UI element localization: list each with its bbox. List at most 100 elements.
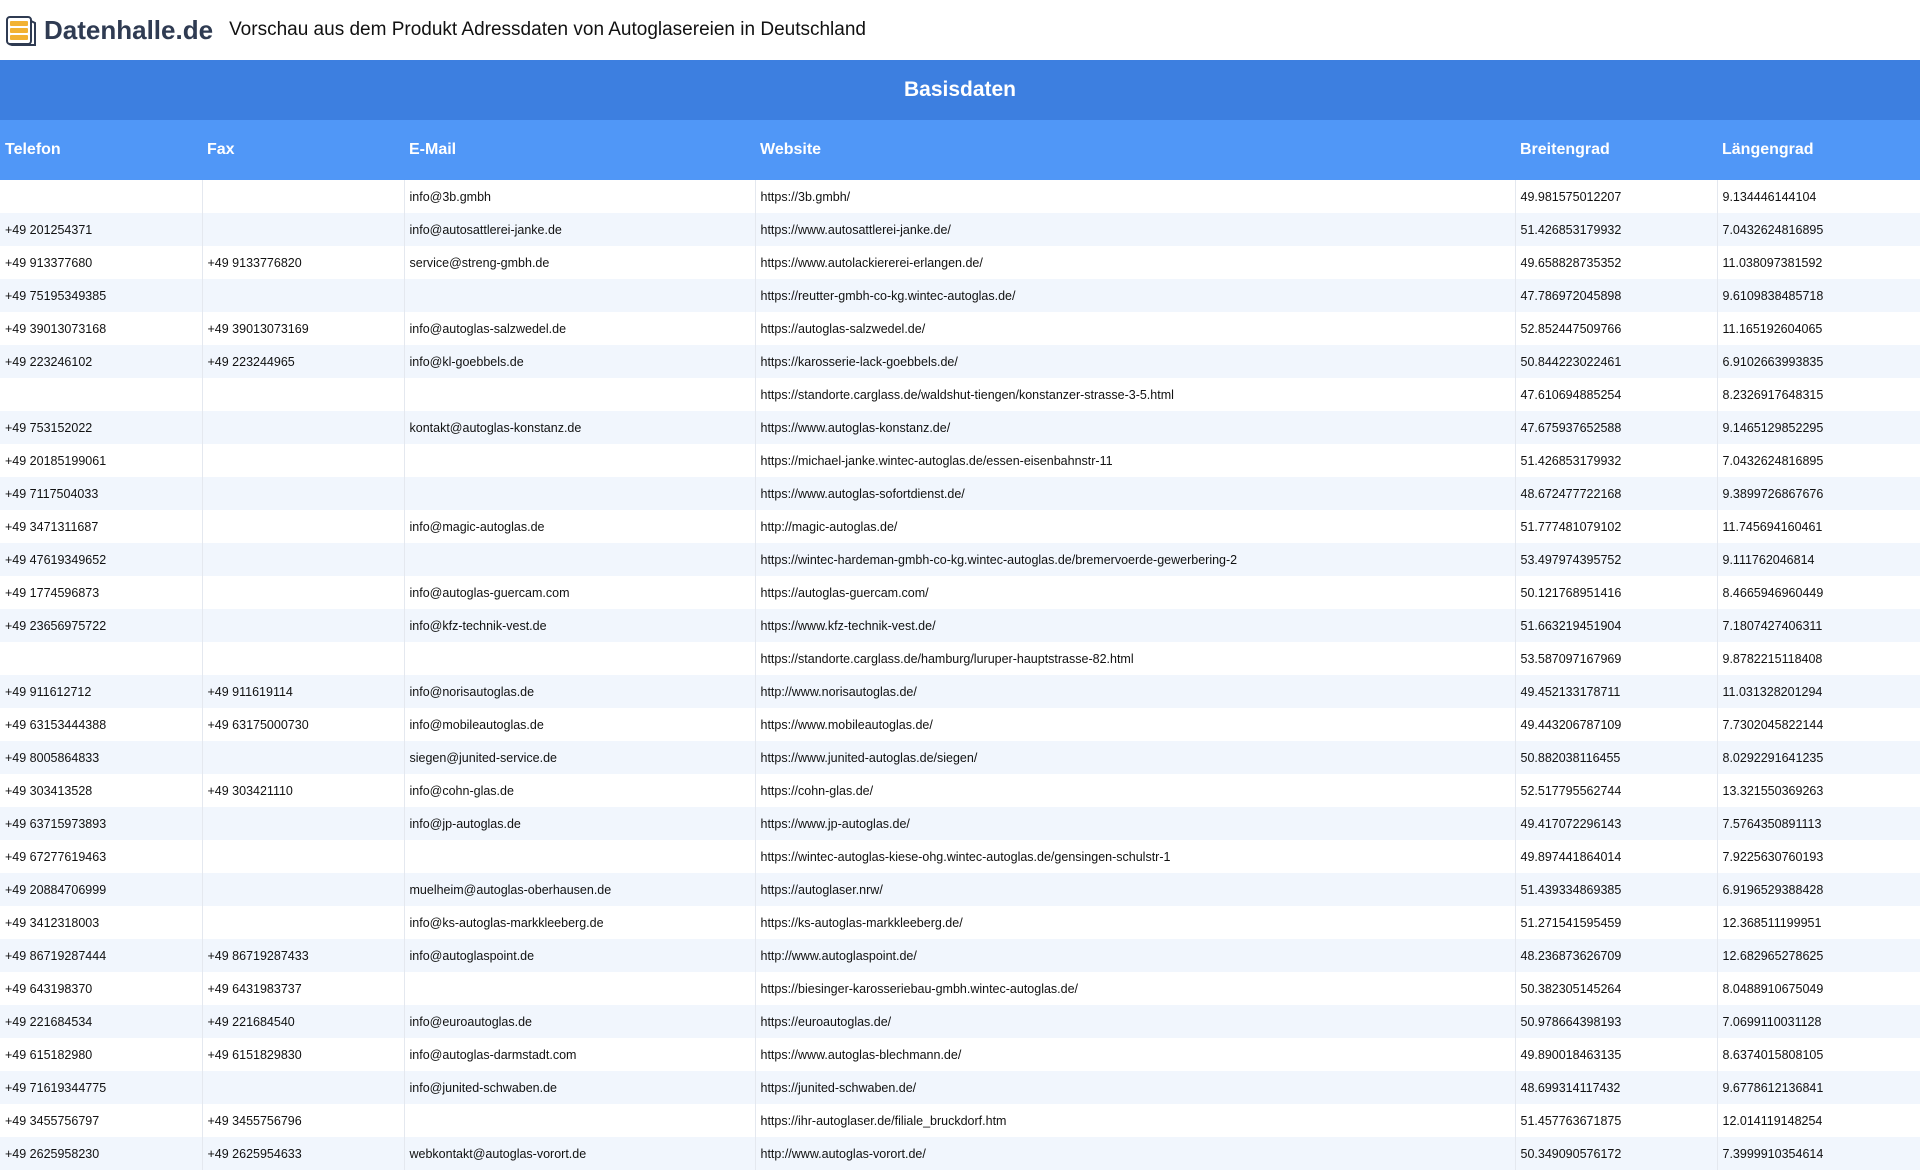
cell-website[interactable]: https://www.autosattlerei-janke.de/: [755, 213, 1516, 246]
cell-telefon: +49 75195349385: [0, 279, 203, 312]
cell-email[interactable]: info@cohn-glas.de: [404, 774, 756, 807]
cell-fax: [202, 180, 405, 213]
cell-website[interactable]: https://autoglaser.nrw/: [755, 873, 1516, 906]
cell-website[interactable]: https://wintec-autoglas-kiese-ohg.wintec…: [755, 840, 1516, 873]
column-header-email: E-Mail: [404, 120, 755, 180]
table-row: +49 63153444388 +49 63175000730 info@mobil…: [0, 708, 1920, 741]
cell-telefon: +49 67277619463: [0, 840, 203, 873]
cell-website[interactable]: https://standorte.carglass.de/waldshut-t…: [755, 378, 1516, 411]
cell-laengengrad: 9.8782215118408: [1717, 642, 1920, 675]
cell-website[interactable]: https://euroautoglas.de/: [755, 1005, 1516, 1038]
cell-laengengrad: 8.6374015808105: [1717, 1038, 1920, 1071]
cell-email[interactable]: info@magic-autoglas.de: [404, 510, 756, 543]
cell-website[interactable]: https://karosserie-lack-goebbels.de/: [755, 345, 1516, 378]
cell-email[interactable]: info@autosattlerei-janke.de: [404, 213, 756, 246]
table-row: +49 63715973893 info@jp-autoglas.de https:…: [0, 807, 1920, 840]
cell-breitengrad: 51.426853179932: [1515, 213, 1718, 246]
cell-website[interactable]: https://www.mobileautoglas.de/: [755, 708, 1516, 741]
cell-fax: +49 3455756796: [202, 1104, 405, 1137]
table-row: +49 223246102 +49 223244965 info@kl-goebbe…: [0, 345, 1920, 378]
cell-email[interactable]: webkontakt@autoglas-vorort.de: [404, 1137, 756, 1170]
cell-telefon: +49 913377680: [0, 246, 203, 279]
cell-email[interactable]: info@3b.gmbh: [404, 180, 756, 213]
cell-website[interactable]: http://www.autoglas-vorort.de/: [755, 1137, 1516, 1170]
cell-telefon: [0, 378, 203, 411]
section-header-basisdaten: Basisdaten: [0, 60, 1920, 120]
cell-fax: [202, 741, 405, 774]
cell-website[interactable]: https://autoglas-guercam.com/: [755, 576, 1516, 609]
cell-fax: [202, 807, 405, 840]
cell-laengengrad: 11.031328201294: [1717, 675, 1920, 708]
table-row: +49 8005864833 siegen@junited-service.de h…: [0, 741, 1920, 774]
cell-fax: +49 6151829830: [202, 1038, 405, 1071]
cell-laengengrad: 12.682965278625: [1717, 939, 1920, 972]
cell-website[interactable]: https://biesinger-karosseriebau-gmbh.win…: [755, 972, 1516, 1005]
cell-laengengrad: 13.321550369263: [1717, 774, 1920, 807]
cell-website[interactable]: http://magic-autoglas.de/: [755, 510, 1516, 543]
table-row: +49 20185199061 https://michael-janke.win…: [0, 444, 1920, 477]
cell-website[interactable]: https://ks-autoglas-markkleeberg.de/: [755, 906, 1516, 939]
cell-fax: +49 223244965: [202, 345, 405, 378]
cell-website[interactable]: https://autoglas-salzwedel.de/: [755, 312, 1516, 345]
cell-email[interactable]: info@norisautoglas.de: [404, 675, 756, 708]
cell-fax: [202, 510, 405, 543]
cell-email[interactable]: info@euroautoglas.de: [404, 1005, 756, 1038]
cell-email[interactable]: muelheim@autoglas-oberhausen.de: [404, 873, 756, 906]
cell-telefon: [0, 642, 203, 675]
cell-laengengrad: 11.038097381592: [1717, 246, 1920, 279]
cell-email[interactable]: info@autoglas-darmstadt.com: [404, 1038, 756, 1071]
table-row: +49 75195349385 https://reutter-gmbh-co-k…: [0, 279, 1920, 312]
cell-website[interactable]: http://www.autoglaspoint.de/: [755, 939, 1516, 972]
cell-website[interactable]: https://ihr-autoglaser.de/filiale_bruckd…: [755, 1104, 1516, 1137]
cell-telefon: +49 23656975722: [0, 609, 203, 642]
table-row: +49 3455756797 +49 3455756796 https://ihr-…: [0, 1104, 1920, 1137]
cell-website[interactable]: https://junited-schwaben.de/: [755, 1071, 1516, 1104]
cell-laengengrad: 12.368511199951: [1717, 906, 1920, 939]
cell-email[interactable]: info@junited-schwaben.de: [404, 1071, 756, 1104]
cell-fax: +49 2625954633: [202, 1137, 405, 1170]
cell-website[interactable]: https://www.jp-autoglas.de/: [755, 807, 1516, 840]
cell-website[interactable]: https://michael-janke.wintec-autoglas.de…: [755, 444, 1516, 477]
cell-breitengrad: 49.452133178711: [1515, 675, 1718, 708]
table-row: +49 47619349652 https://wintec-hardeman-g…: [0, 543, 1920, 576]
cell-email[interactable]: info@jp-autoglas.de: [404, 807, 756, 840]
cell-website[interactable]: https://3b.gmbh/: [755, 180, 1516, 213]
cell-email[interactable]: info@autoglaspoint.de: [404, 939, 756, 972]
cell-fax: +49 303421110: [202, 774, 405, 807]
cell-email[interactable]: service@streng-gmbh.de: [404, 246, 756, 279]
cell-telefon: +49 86719287444: [0, 939, 203, 972]
table-row: +49 221684534 +49 221684540 info@euroautog…: [0, 1005, 1920, 1038]
column-header-row: Telefon Fax E-Mail Website Breitengrad L…: [0, 120, 1920, 180]
cell-email[interactable]: info@autoglas-salzwedel.de: [404, 312, 756, 345]
cell-email[interactable]: info@kfz-technik-vest.de: [404, 609, 756, 642]
cell-fax: [202, 642, 405, 675]
cell-email[interactable]: siegen@junited-service.de: [404, 741, 756, 774]
cell-website[interactable]: https://www.autolackiererei-erlangen.de/: [755, 246, 1516, 279]
cell-email[interactable]: info@kl-goebbels.de: [404, 345, 756, 378]
cell-telefon: +49 47619349652: [0, 543, 203, 576]
cell-website[interactable]: http://www.norisautoglas.de/: [755, 675, 1516, 708]
table-row: +49 23656975722 info@kfz-technik-vest.de h…: [0, 609, 1920, 642]
address-data-table: Telefon Fax E-Mail Website Breitengrad L…: [0, 120, 1920, 1170]
cell-email[interactable]: info@autoglas-guercam.com: [404, 576, 756, 609]
cell-email[interactable]: info@mobileautoglas.de: [404, 708, 756, 741]
cell-fax: [202, 279, 405, 312]
cell-website[interactable]: https://wintec-hardeman-gmbh-co-kg.winte…: [755, 543, 1516, 576]
cell-website[interactable]: https://cohn-glas.de/: [755, 774, 1516, 807]
cell-email[interactable]: info@ks-autoglas-markkleeberg.de: [404, 906, 756, 939]
cell-website[interactable]: https://www.autoglas-konstanz.de/: [755, 411, 1516, 444]
cell-website[interactable]: https://standorte.carglass.de/hamburg/lu…: [755, 642, 1516, 675]
cell-website[interactable]: https://www.kfz-technik-vest.de/: [755, 609, 1516, 642]
cell-breitengrad: 51.439334869385: [1515, 873, 1718, 906]
cell-breitengrad: 48.699314117432: [1515, 1071, 1718, 1104]
cell-website[interactable]: https://www.autoglas-sofortdienst.de/: [755, 477, 1516, 510]
cell-laengengrad: 11.165192604065: [1717, 312, 1920, 345]
cell-website[interactable]: https://www.autoglas-blechmann.de/: [755, 1038, 1516, 1071]
cell-website[interactable]: https://reutter-gmbh-co-kg.wintec-autogl…: [755, 279, 1516, 312]
cell-laengengrad: 9.134446144104: [1717, 180, 1920, 213]
logo[interactable]: Datenhalle.de: [4, 0, 213, 60]
table-row: https://standorte.carglass.de/hamburg/lu…: [0, 642, 1920, 675]
cell-breitengrad: 52.852447509766: [1515, 312, 1718, 345]
cell-email[interactable]: kontakt@autoglas-konstanz.de: [404, 411, 756, 444]
cell-website[interactable]: https://www.junited-autoglas.de/siegen/: [755, 741, 1516, 774]
